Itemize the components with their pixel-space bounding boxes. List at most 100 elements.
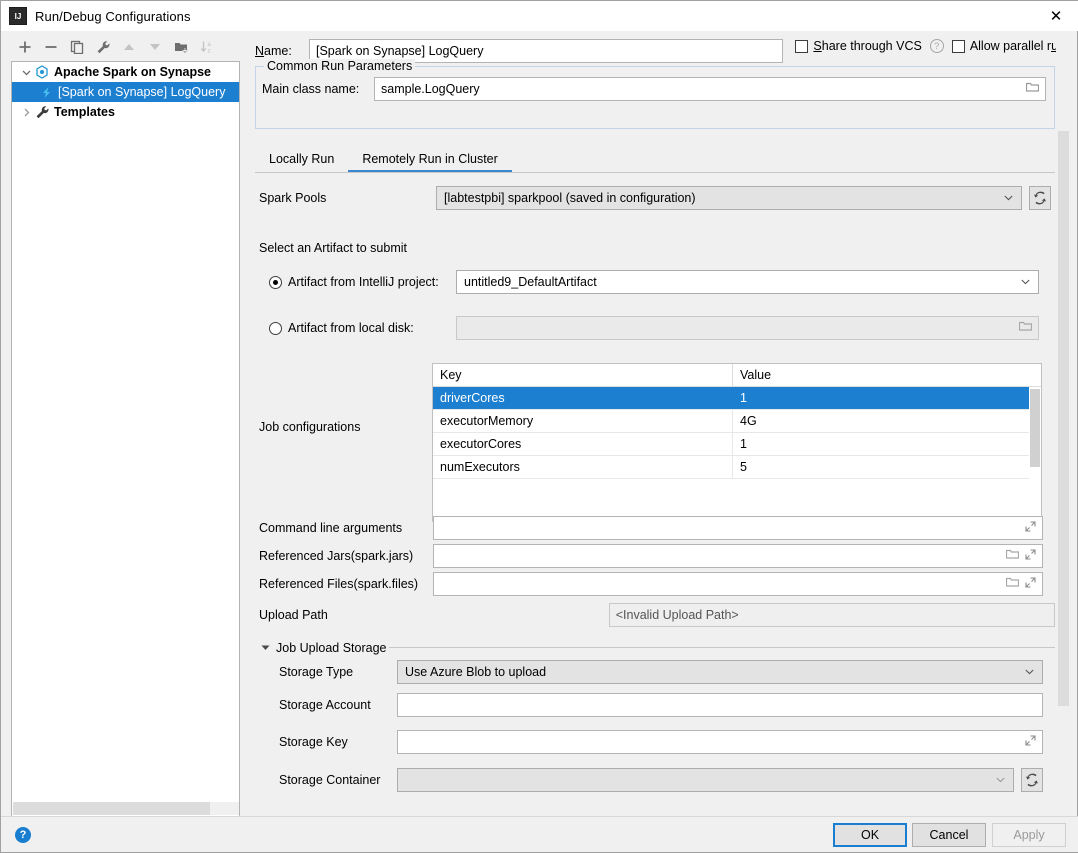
cell-value[interactable]: 1	[733, 433, 747, 455]
artifact-from-disk-input[interactable]	[456, 316, 1039, 340]
radio-button[interactable]	[269, 276, 282, 289]
refresh-storage-container-button[interactable]	[1021, 768, 1043, 792]
tree-item-label: Templates	[54, 105, 115, 119]
scrollbar-thumb[interactable]	[1058, 131, 1069, 706]
scrollbar-thumb[interactable]	[13, 802, 210, 815]
help-button[interactable]: ?	[15, 827, 31, 843]
storage-key-label: Storage Key	[279, 735, 397, 749]
spark-pools-row: Spark Pools [labtestpbi] sparkpool (save…	[259, 185, 1055, 211]
sort-az-icon[interactable]: a z	[195, 35, 219, 59]
configurations-tree[interactable]: Apache Spark on Synapse [Spark on Synaps…	[11, 61, 240, 817]
tab-locally-run[interactable]: Locally Run	[255, 146, 348, 172]
storage-type-combobox[interactable]: Use Azure Blob to upload	[397, 660, 1043, 684]
arrow-up-icon[interactable]	[117, 35, 141, 59]
folder-icon[interactable]	[1006, 577, 1019, 591]
spark-pools-combobox[interactable]: [labtestpbi] sparkpool (saved in configu…	[436, 186, 1022, 210]
main-class-input[interactable]: sample.LogQuery	[374, 77, 1046, 101]
remove-configuration-button[interactable]	[39, 35, 63, 59]
copy-icon[interactable]	[65, 35, 89, 59]
question-mark-icon[interactable]: ?	[930, 39, 944, 53]
refresh-icon	[1025, 773, 1039, 787]
apply-button: Apply	[992, 823, 1066, 847]
tree-item-templates[interactable]: Templates	[12, 102, 239, 122]
add-configuration-button[interactable]	[13, 35, 37, 59]
scrollbar-thumb[interactable]	[1030, 389, 1040, 467]
folder-icon[interactable]	[1019, 321, 1032, 335]
storage-key-input[interactable]	[397, 730, 1043, 754]
chevron-down-icon	[1021, 277, 1034, 287]
allow-parallel-run-label: Allow parallel run	[970, 39, 1065, 53]
chevron-down-icon[interactable]	[18, 64, 34, 80]
table-row[interactable]: numExecutors 5	[433, 456, 1041, 479]
wrench-icon[interactable]	[91, 35, 115, 59]
table-row[interactable]: executorMemory 4G	[433, 410, 1041, 433]
cell-value[interactable]: 4G	[733, 410, 757, 432]
job-configurations-table[interactable]: Key Value driverCores 1 executorMemory 4…	[432, 363, 1042, 522]
cell-key[interactable]: driverCores	[433, 387, 733, 409]
expand-icon[interactable]	[1025, 735, 1036, 749]
storage-type-label: Storage Type	[279, 665, 397, 679]
storage-container-combobox[interactable]	[397, 768, 1014, 792]
referenced-files-input[interactable]	[433, 572, 1043, 596]
tab-remotely-run-in-cluster[interactable]: Remotely Run in Cluster	[348, 146, 511, 172]
ok-button[interactable]: OK	[833, 823, 907, 847]
artifact-section-label: Select an Artifact to submit	[259, 241, 407, 255]
cell-key[interactable]: executorCores	[433, 433, 733, 455]
cell-value[interactable]: 1	[733, 387, 747, 409]
artifact-from-project-radio[interactable]: Artifact from IntelliJ project:	[269, 275, 456, 289]
job-upload-storage-header[interactable]: Job Upload Storage	[261, 641, 387, 655]
triangle-down-icon[interactable]	[261, 643, 270, 653]
run-mode-tabs: Locally Run Remotely Run in Cluster	[255, 145, 1055, 173]
header-options: Share through VCS ? Allow parallel run	[795, 39, 1065, 53]
close-icon[interactable]: ✕	[1033, 1, 1078, 31]
chevron-right-icon[interactable]	[18, 104, 34, 120]
tree-item-apache-spark-on-synapse[interactable]: Apache Spark on Synapse	[12, 62, 239, 82]
expand-icon[interactable]	[1025, 549, 1036, 563]
share-through-vcs-checkbox[interactable]: Share through VCS	[795, 39, 921, 53]
storage-type-value: Use Azure Blob to upload	[405, 665, 546, 679]
tree-toolbar: a z	[9, 33, 240, 61]
artifact-from-project-label: Artifact from IntelliJ project:	[288, 275, 439, 289]
cell-key[interactable]: executorMemory	[433, 410, 733, 432]
column-header-key[interactable]: Key	[433, 364, 733, 386]
tree-item-label: [Spark on Synapse] LogQuery	[58, 85, 225, 99]
storage-key-row: Storage Key	[279, 730, 1055, 754]
table-vertical-scrollbar[interactable]	[1029, 387, 1041, 521]
artifact-from-disk-radio[interactable]: Artifact from local disk:	[269, 321, 456, 335]
cell-value[interactable]: 5	[733, 456, 747, 478]
folder-icon[interactable]	[1026, 82, 1039, 96]
group-title: Common Run Parameters	[264, 59, 415, 73]
checkbox-box[interactable]	[795, 40, 808, 53]
refresh-spark-pools-button[interactable]	[1029, 186, 1051, 210]
expand-icon[interactable]	[1025, 577, 1036, 591]
tree-horizontal-scrollbar[interactable]	[13, 802, 240, 815]
arrow-down-icon[interactable]	[143, 35, 167, 59]
cell-key[interactable]: numExecutors	[433, 456, 733, 478]
share-through-vcs-label: Share through VCS	[813, 39, 921, 53]
referenced-jars-label: Referenced Jars(spark.jars)	[259, 549, 433, 563]
storage-container-label: Storage Container	[279, 773, 397, 787]
spark-pools-label: Spark Pools	[259, 191, 436, 205]
column-header-value[interactable]: Value	[733, 364, 771, 386]
radio-button[interactable]	[269, 322, 282, 335]
main-class-value: sample.LogQuery	[381, 82, 480, 96]
content-vertical-scrollbar[interactable]	[1056, 33, 1071, 817]
table-row[interactable]: driverCores 1	[433, 387, 1041, 410]
folder-add-icon[interactable]	[169, 35, 193, 59]
cancel-button[interactable]: Cancel	[912, 823, 986, 847]
name-label-mnemonic: N	[255, 44, 264, 58]
allow-parallel-run-checkbox[interactable]: Allow parallel run	[952, 39, 1065, 53]
checkbox-box[interactable]	[952, 40, 965, 53]
referenced-jars-input[interactable]	[433, 544, 1043, 568]
artifact-from-project-combobox[interactable]: untitled9_DefaultArtifact	[456, 270, 1039, 294]
table-row[interactable]: executorCores 1	[433, 433, 1041, 456]
window-title: Run/Debug Configurations	[35, 9, 191, 24]
intellij-idea-icon	[9, 7, 27, 25]
expand-icon[interactable]	[1025, 521, 1036, 535]
chevron-down-icon	[996, 775, 1009, 785]
command-line-arguments-input[interactable]	[433, 516, 1043, 540]
folder-icon[interactable]	[1006, 549, 1019, 563]
spark-pools-value: [labtestpbi] sparkpool (saved in configu…	[444, 191, 696, 205]
tree-item-spark-on-synapse-logquery[interactable]: [Spark on Synapse] LogQuery	[12, 82, 239, 102]
storage-account-input[interactable]	[397, 693, 1043, 717]
